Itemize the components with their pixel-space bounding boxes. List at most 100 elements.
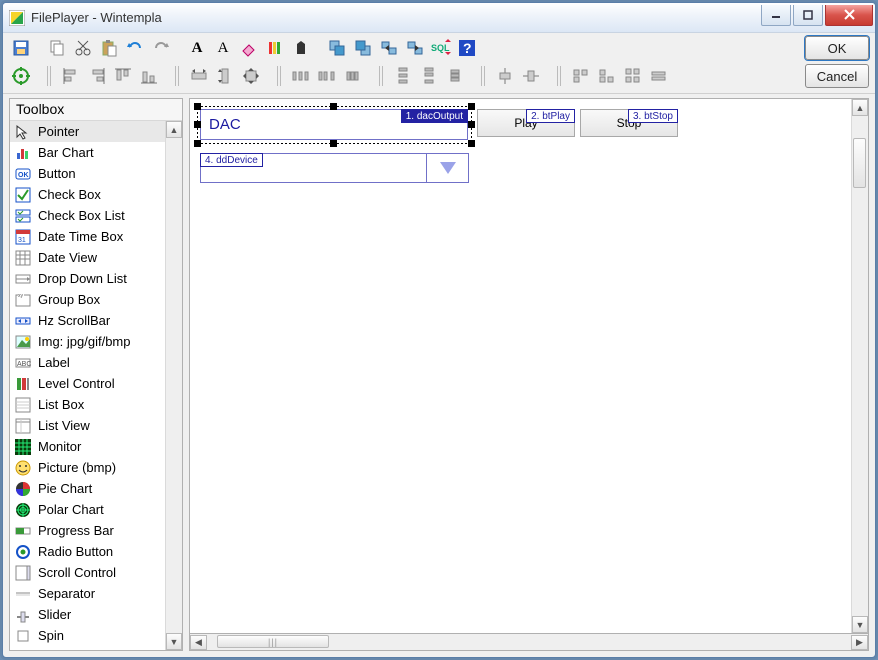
ok-button[interactable]: OK [805, 36, 869, 60]
toolbox-item-icon: OK [14, 165, 32, 183]
scroll-up-icon[interactable]: ▲ [852, 99, 868, 116]
font-bold-icon[interactable]: A [185, 36, 209, 60]
toolbox-item[interactable]: Date View [10, 247, 165, 268]
undo-icon[interactable] [123, 36, 147, 60]
surface-hscroll[interactable]: ◀ ||| ▶ [189, 634, 869, 651]
toolbox-item-label: Separator [38, 586, 95, 601]
toolbox-item[interactable]: Level Control [10, 373, 165, 394]
toolbox-list[interactable]: PointerBar ChartOKButtonCheck BoxCheck B… [10, 121, 165, 650]
toolbox-item[interactable]: Check Box [10, 184, 165, 205]
svg-text:31: 31 [18, 237, 26, 244]
same-height-icon[interactable] [213, 64, 237, 88]
toolbox-item[interactable]: Slider [10, 604, 165, 625]
toolbox-item[interactable]: Check Box List [10, 205, 165, 226]
toolbox-item[interactable]: Scroll Control [10, 562, 165, 583]
control-btPlay-tag: 2. btPlay [526, 109, 575, 123]
align-right-edge-icon[interactable] [85, 64, 109, 88]
toolbox-item[interactable]: Polar Chart [10, 499, 165, 520]
align-bottom-edge-icon[interactable] [137, 64, 161, 88]
scroll-thumb[interactable] [853, 138, 866, 188]
space-h-equal-icon[interactable] [289, 64, 313, 88]
snap-icon[interactable] [9, 64, 33, 88]
scroll-thumb[interactable]: ||| [217, 635, 329, 648]
arrange-d-icon[interactable] [647, 64, 671, 88]
palette-icon[interactable] [263, 36, 287, 60]
toolbox-item[interactable]: Drop Down List [10, 268, 165, 289]
toolbox-item-icon [14, 564, 32, 582]
save-icon[interactable] [9, 36, 33, 60]
scroll-right-icon[interactable]: ▶ [851, 635, 868, 650]
maximize-button[interactable] [793, 5, 823, 26]
toolbox-item[interactable]: List View [10, 415, 165, 436]
resize-handle[interactable] [194, 121, 201, 128]
control-ddDevice[interactable]: 4. ddDevice [200, 153, 469, 183]
same-width-icon[interactable] [187, 64, 211, 88]
space-v-decrease-icon[interactable] [443, 64, 467, 88]
toolbox-item[interactable]: Progress Bar [10, 520, 165, 541]
space-v-equal-icon[interactable] [391, 64, 415, 88]
surface-vscroll[interactable]: ▲ ▼ [851, 99, 868, 633]
design-surface[interactable]: DAC 1. dacOutput [189, 98, 869, 634]
toolbox-item[interactable]: List Box [10, 394, 165, 415]
font-regular-icon[interactable]: A [211, 36, 235, 60]
control-btStop[interactable]: Stop 3. btStop [580, 109, 678, 137]
theme-icon[interactable] [289, 36, 313, 60]
resize-handle[interactable] [330, 140, 337, 147]
toolbox-item[interactable]: Separator [10, 583, 165, 604]
toolbox-item[interactable]: Pie Chart [10, 478, 165, 499]
tab-order-next-icon[interactable] [403, 36, 427, 60]
resize-handle[interactable] [194, 140, 201, 147]
scroll-down-icon[interactable]: ▼ [852, 616, 868, 633]
align-top-edge-icon[interactable] [111, 64, 135, 88]
toolbox-item[interactable]: Pointer [10, 121, 165, 142]
minimize-button[interactable] [761, 5, 791, 26]
toolbox-item[interactable]: 31Date Time Box [10, 226, 165, 247]
paste-icon[interactable] [97, 36, 121, 60]
toolbox-item[interactable]: Radio Button [10, 541, 165, 562]
toolbox-item[interactable]: Img: jpg/gif/bmp [10, 331, 165, 352]
scroll-down-icon[interactable]: ▼ [166, 633, 182, 650]
cut-icon[interactable] [71, 36, 95, 60]
arrange-b-icon[interactable] [595, 64, 619, 88]
copy-icon[interactable] [45, 36, 69, 60]
center-h-icon[interactable] [493, 64, 517, 88]
space-h-increase-icon[interactable] [315, 64, 339, 88]
redo-icon[interactable] [149, 36, 173, 60]
cancel-button[interactable]: Cancel [805, 64, 869, 88]
scroll-left-icon[interactable]: ◀ [190, 635, 207, 650]
toolbox-item[interactable]: Spin [10, 625, 165, 646]
sql-icon[interactable]: SQL [429, 36, 453, 60]
scroll-up-icon[interactable]: ▲ [166, 121, 182, 138]
align-left-edge-icon[interactable] [59, 64, 83, 88]
bring-front-icon[interactable] [325, 36, 349, 60]
dropdown-arrow-icon[interactable] [426, 154, 468, 182]
resize-handle[interactable] [468, 103, 475, 110]
toolbox-item[interactable]: Picture (bmp) [10, 457, 165, 478]
toolbox-item[interactable]: ABCLabel [10, 352, 165, 373]
center-v-icon[interactable] [519, 64, 543, 88]
resize-handle[interactable] [468, 140, 475, 147]
resize-handle[interactable] [194, 103, 201, 110]
toolbox-scrollbar[interactable]: ▲ ▼ [165, 121, 182, 650]
help-icon[interactable]: ? [455, 36, 479, 60]
toolbox-item[interactable]: Bar Chart [10, 142, 165, 163]
control-btPlay[interactable]: Play 2. btPlay [477, 109, 575, 137]
send-back-icon[interactable] [351, 36, 375, 60]
svg-text:?: ? [463, 40, 472, 56]
toolbox-item[interactable]: xyGroup Box [10, 289, 165, 310]
eraser-icon[interactable] [237, 36, 261, 60]
arrange-c-icon[interactable] [621, 64, 645, 88]
resize-handle[interactable] [330, 103, 337, 110]
same-size-icon[interactable] [239, 64, 263, 88]
toolbox-item[interactable]: Monitor [10, 436, 165, 457]
close-button[interactable] [825, 5, 873, 26]
space-h-decrease-icon[interactable] [341, 64, 365, 88]
toolbox-item-icon [14, 207, 32, 225]
arrange-a-icon[interactable] [569, 64, 593, 88]
toolbox-item[interactable]: OKButton [10, 163, 165, 184]
control-dacOutput[interactable]: DAC 1. dacOutput [200, 109, 468, 140]
toolbox-item[interactable]: Hz ScrollBar [10, 310, 165, 331]
resize-handle[interactable] [468, 121, 475, 128]
space-v-increase-icon[interactable] [417, 64, 441, 88]
tab-order-prev-icon[interactable] [377, 36, 401, 60]
